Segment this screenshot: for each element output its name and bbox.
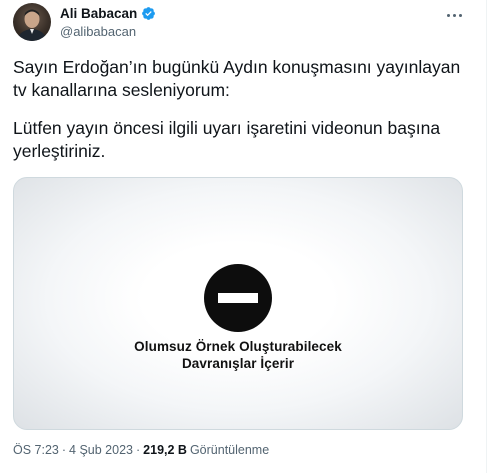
no-entry-icon bbox=[204, 264, 272, 332]
more-options-button[interactable] bbox=[442, 6, 466, 24]
views-count[interactable]: 219,2 B bbox=[143, 443, 187, 457]
meta-separator: · bbox=[61, 443, 67, 457]
more-dot-icon bbox=[452, 13, 456, 17]
avatar[interactable] bbox=[13, 3, 51, 41]
tweet-media-image[interactable]: Olumsuz Örnek Oluşturabilecek Davranışla… bbox=[13, 177, 463, 430]
tweet-date[interactable]: 4 Şub 2023 bbox=[69, 443, 133, 457]
author-name-row[interactable]: Ali Babacan bbox=[60, 6, 156, 21]
media-warning-line1: Olumsuz Örnek Oluşturabilecek bbox=[134, 339, 342, 354]
verified-badge-icon bbox=[142, 7, 156, 20]
author-display-name[interactable]: Ali Babacan bbox=[60, 6, 137, 21]
views-label: Görüntülenme bbox=[189, 443, 270, 457]
tweet-time[interactable]: ÖS 7:23 bbox=[13, 443, 59, 457]
tweet-text: Sayın Erdoğan’ın bugünkü Aydın konuşması… bbox=[13, 56, 463, 163]
more-dot-icon bbox=[458, 13, 462, 17]
media-warning-line2: Davranışlar İçerir bbox=[181, 356, 295, 371]
author-handle[interactable]: @alibabacan bbox=[60, 24, 136, 39]
tweet-meta: ÖS 7:23 · 4 Şub 2023 · 219,2 B Görüntüle… bbox=[13, 443, 269, 457]
tweet-paragraph: Lütfen yayın öncesi ilgili uyarı işareti… bbox=[13, 118, 441, 161]
more-dot-icon bbox=[446, 13, 450, 17]
tweet: Ali Babacan @alibabacan Sayın Erdoğan’ın… bbox=[0, 0, 487, 473]
meta-separator: · bbox=[136, 443, 141, 457]
tweet-paragraph: Sayın Erdoğan’ın bugünkü Aydın konuşması… bbox=[13, 57, 461, 100]
